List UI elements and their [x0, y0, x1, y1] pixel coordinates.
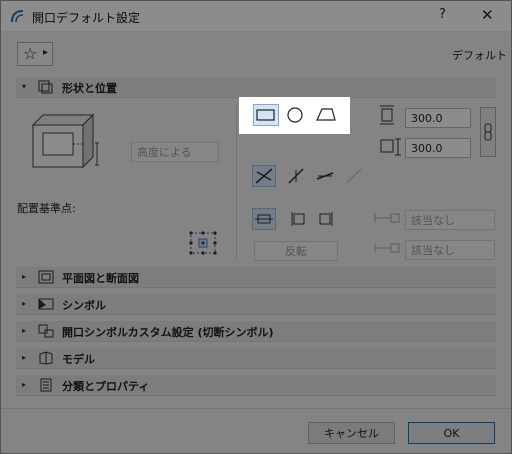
section-classification[interactable]: ▸ 分類とプロパティ	[16, 375, 496, 396]
default-label: デフォルト	[452, 49, 507, 62]
section-shape-position[interactable]: ▾ 形状と位置	[16, 77, 496, 98]
panel-divider	[236, 104, 237, 258]
mirror-both-icon	[255, 168, 273, 184]
section-model[interactable]: ▸ モデル	[16, 348, 496, 369]
cancel-button[interactable]: キャンセル	[308, 422, 395, 444]
height-by-field: 高度による	[131, 142, 219, 162]
align-left-icon[interactable]	[287, 209, 309, 229]
anchor-point-selector[interactable]	[187, 229, 219, 257]
circle-shape-button[interactable]	[283, 104, 307, 126]
chevron-right-icon: ▸	[22, 272, 27, 281]
section-label: 形状と位置	[62, 82, 117, 95]
align-center-icon	[255, 214, 273, 224]
align-right-icon[interactable]	[315, 209, 337, 229]
ok-button[interactable]: OK	[408, 422, 495, 444]
opening-tool-icon	[11, 10, 24, 23]
mirror-vertical-icon[interactable]	[314, 166, 336, 186]
custom-symbol-icon	[38, 324, 54, 338]
chevron-right-icon: ▸	[43, 47, 49, 58]
section-plan-section[interactable]: ▸ 平面図と断面図	[16, 267, 496, 288]
chevron-right-icon: ▸	[22, 326, 27, 335]
reveal-offset-icon	[374, 243, 400, 253]
width-icon	[380, 105, 394, 125]
height-icon	[380, 138, 401, 156]
help-button[interactable]: ?	[439, 7, 446, 22]
width-input[interactable]: 300.0	[405, 108, 471, 128]
close-button[interactable]: ✕	[481, 6, 494, 24]
applies-field-2: 該当なし	[405, 240, 495, 260]
rectangle-icon	[256, 109, 275, 121]
section-label: 分類とプロパティ	[62, 380, 150, 393]
classification-icon	[40, 378, 52, 392]
symbol-icon	[38, 298, 54, 310]
flip-button[interactable]: 反転	[254, 241, 338, 261]
chevron-down-icon: ▾	[22, 82, 27, 91]
shape-position-icon	[38, 80, 53, 94]
section-symbol[interactable]: ▸ シンボル	[16, 294, 496, 315]
dialog-window: 開口デフォルト設定 ? ✕ ☆ ▸ デフォルト ▾ 形状と位置 高度による 配置…	[0, 0, 512, 454]
applies-field-1: 該当なし	[405, 210, 495, 230]
reveal-depth-icon	[374, 213, 400, 223]
plan-section-icon	[38, 270, 54, 284]
link-toggle[interactable]	[480, 107, 496, 157]
window-title: 開口デフォルト設定	[32, 11, 141, 25]
section-label: モデル	[62, 353, 95, 366]
opening-preview-image	[31, 113, 99, 169]
mirror-horizontal-icon[interactable]	[285, 166, 307, 186]
star-icon: ☆	[23, 44, 38, 63]
chevron-right-icon: ▸	[22, 380, 27, 389]
polygon-shape-button[interactable]	[313, 104, 339, 126]
mirror-none-icon	[346, 168, 362, 184]
align-center-button[interactable]	[252, 208, 276, 230]
anchor-point-label: 配置基準点:	[17, 202, 76, 215]
chain-link-icon	[484, 123, 492, 141]
shape-selector-highlight	[239, 97, 350, 134]
section-label: 平面図と断面図	[62, 272, 139, 285]
rectangle-shape-button[interactable]	[253, 104, 279, 126]
chevron-right-icon: ▸	[22, 299, 27, 308]
mirror-both-button[interactable]	[252, 165, 276, 187]
footer-divider	[1, 408, 511, 409]
favorites-button[interactable]: ☆ ▸	[17, 42, 53, 66]
polygon-icon	[316, 108, 336, 121]
section-label: 開口シンボルカスタム設定 (切断シンボル)	[62, 326, 274, 339]
circle-icon	[287, 107, 303, 123]
section-label: シンボル	[62, 299, 106, 312]
title-bar: 開口デフォルト設定 ? ✕	[1, 1, 511, 31]
chevron-right-icon: ▸	[22, 353, 27, 362]
height-input[interactable]: 300.0	[405, 138, 471, 158]
model-icon	[39, 351, 53, 365]
section-custom-symbol[interactable]: ▸ 開口シンボルカスタム設定 (切断シンボル)	[16, 321, 496, 342]
